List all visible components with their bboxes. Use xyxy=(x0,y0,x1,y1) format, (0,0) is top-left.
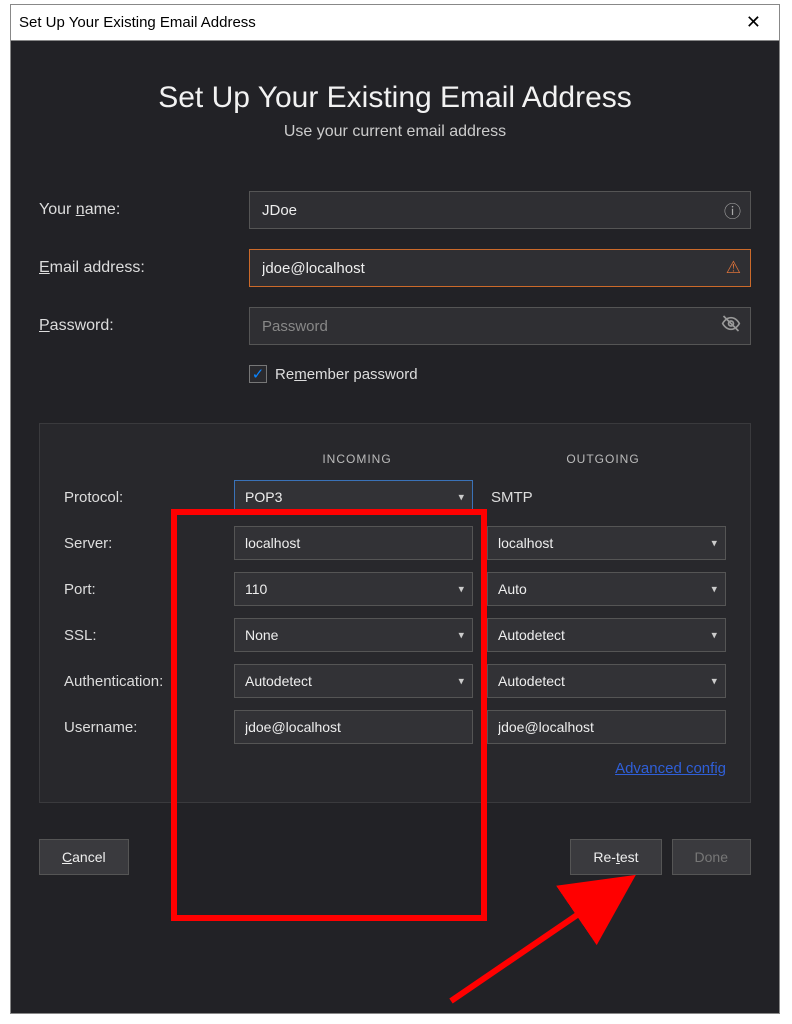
label-server: Server: xyxy=(64,535,220,552)
label-email: Email address: xyxy=(39,259,249,277)
chevron-down-icon: ▾ xyxy=(458,629,464,642)
chevron-down-icon: ▾ xyxy=(711,537,717,550)
incoming-ssl-select[interactable]: None ▾ xyxy=(234,618,473,652)
incoming-header: INCOMING xyxy=(234,452,480,466)
label-protocol: Protocol: xyxy=(64,489,220,506)
outgoing-server-select[interactable]: localhost ▾ xyxy=(487,526,726,560)
outgoing-protocol-static: SMTP xyxy=(487,489,726,506)
info-icon[interactable]: ⓘ xyxy=(724,198,741,223)
done-button[interactable]: Done xyxy=(672,839,751,875)
outgoing-auth-select[interactable]: Autodetect ▾ xyxy=(487,664,726,698)
incoming-port-select[interactable]: 110 ▾ xyxy=(234,572,473,606)
eye-off-icon[interactable] xyxy=(721,314,741,339)
remember-checkbox[interactable]: ✓ xyxy=(249,365,267,383)
outgoing-port-select[interactable]: Auto ▾ xyxy=(487,572,726,606)
server-headers: INCOMING OUTGOING xyxy=(64,452,726,466)
row-email: Email address: ⚠ xyxy=(39,249,751,287)
label-port: Port: xyxy=(64,581,220,598)
retest-button[interactable]: Re-test xyxy=(570,839,661,875)
titlebar: Set Up Your Existing Email Address ✕ xyxy=(11,5,779,41)
annotation-arrow xyxy=(431,871,651,1011)
content-area: Set Up Your Existing Email Address Use y… xyxy=(11,41,779,1013)
outgoing-header: OUTGOING xyxy=(480,452,726,466)
chevron-down-icon: ▾ xyxy=(458,675,464,688)
incoming-protocol-select[interactable]: POP3 ▾ xyxy=(234,480,473,514)
remember-label: Remember password xyxy=(275,366,418,383)
row-name: Your name: ⓘ xyxy=(39,191,751,229)
advanced-config-row: Advanced config xyxy=(64,760,726,778)
close-icon[interactable]: ✕ xyxy=(738,8,769,37)
outgoing-username-input[interactable] xyxy=(487,710,726,744)
advanced-config-link[interactable]: Advanced config xyxy=(615,760,726,777)
window-title: Set Up Your Existing Email Address xyxy=(19,14,256,31)
label-auth: Authentication: xyxy=(64,673,220,690)
server-panel: INCOMING OUTGOING Protocol: POP3 ▾ SMTP … xyxy=(39,423,751,803)
warning-icon: ⚠ xyxy=(726,258,741,278)
dialog-window: Set Up Your Existing Email Address ✕ Set… xyxy=(10,4,780,1014)
password-input[interactable] xyxy=(249,307,751,345)
label-ssl: SSL: xyxy=(64,627,220,644)
email-input[interactable] xyxy=(249,249,751,287)
chevron-down-icon: ▾ xyxy=(711,583,717,596)
outgoing-ssl-select[interactable]: Autodetect ▾ xyxy=(487,618,726,652)
incoming-server-input[interactable] xyxy=(234,526,473,560)
row-password: Password: xyxy=(39,307,751,345)
chevron-down-icon: ▾ xyxy=(711,629,717,642)
label-password: Password: xyxy=(39,317,249,335)
cancel-button[interactable]: Cancel xyxy=(39,839,129,875)
chevron-down-icon: ▾ xyxy=(458,491,464,504)
remember-row: ✓ Remember password xyxy=(249,365,751,383)
chevron-down-icon: ▾ xyxy=(458,583,464,596)
incoming-username-input[interactable] xyxy=(234,710,473,744)
chevron-down-icon: ▾ xyxy=(711,675,717,688)
page-title: Set Up Your Existing Email Address xyxy=(39,81,751,115)
incoming-auth-select[interactable]: Autodetect ▾ xyxy=(234,664,473,698)
name-input[interactable] xyxy=(249,191,751,229)
label-name: Your name: xyxy=(39,201,249,219)
page-subtitle: Use your current email address xyxy=(39,123,751,141)
label-username: Username: xyxy=(64,719,220,736)
button-row: Cancel Re-test Done xyxy=(39,839,751,875)
